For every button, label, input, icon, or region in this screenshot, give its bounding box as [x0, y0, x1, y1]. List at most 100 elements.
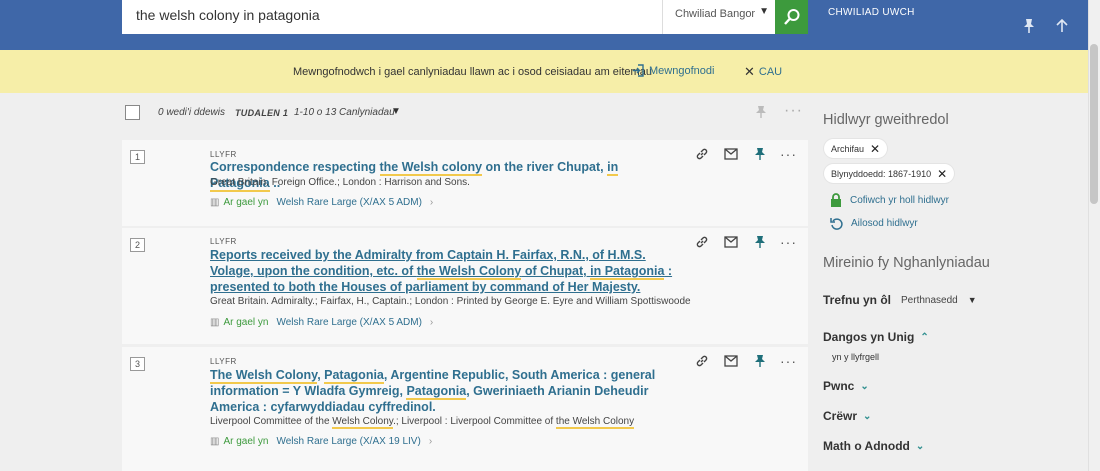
chevron-down-icon: ▼ [759, 6, 769, 17]
arrow-up-icon[interactable] [1055, 18, 1069, 38]
chevron-down-icon: ⌄ [863, 410, 872, 422]
chevron-down-icon[interactable]: ▼ [391, 106, 401, 117]
email-icon[interactable] [723, 146, 738, 161]
facet-creator[interactable]: Crëwr ⌄ [823, 409, 871, 423]
result-number: 3 [130, 357, 145, 371]
facet-option[interactable]: yn y llyfrgell [832, 352, 879, 362]
advanced-search-link[interactable]: CHWILIAD UWCH [828, 7, 915, 18]
availability-link[interactable]: ▥ Ar gael yn Welsh Rare Large (X/AX 19 L… [210, 436, 432, 447]
link-icon[interactable] [694, 146, 709, 161]
result-title[interactable]: The Welsh Colony, Patagonia, Argentine R… [210, 367, 680, 415]
availability-link[interactable]: ▥ Ar gael yn Welsh Rare Large (X/AX 5 AD… [210, 317, 433, 328]
facet-show-only[interactable]: Dangos yn Unig ⌃ [823, 330, 929, 344]
facet-label: Crëwr [823, 409, 858, 423]
chevron-down-icon: ▼ [967, 295, 977, 305]
search-icon [783, 9, 799, 25]
chevron-right-icon: › [428, 436, 433, 447]
facet-label: Pwnc [823, 379, 855, 393]
chevron-down-icon: ⌄ [860, 380, 869, 392]
reset-filters-link[interactable]: Ailosod hidlwyr [830, 217, 918, 230]
result-actions: ··· [694, 234, 796, 249]
chevron-down-icon: ⌄ [915, 440, 925, 452]
search-button[interactable] [775, 0, 808, 34]
more-options-icon[interactable]: ··· [784, 102, 803, 120]
result-number: 2 [130, 238, 145, 252]
filter-chip-label: Archifau [831, 143, 865, 154]
lock-icon [831, 193, 841, 207]
availability-status: Ar gael yn [223, 197, 269, 208]
remove-filter-icon[interactable]: ✕ [937, 167, 947, 181]
result-actions: ··· [694, 353, 796, 368]
pin-icon[interactable] [752, 234, 767, 249]
email-icon[interactable] [723, 234, 738, 249]
login-banner: Mewngofnodwch i gael canlyniadau llawn a… [0, 50, 1088, 93]
availability-link[interactable]: ▥ Ar gael yn Welsh Rare Large (X/AX 5 AD… [210, 197, 433, 208]
filter-chip-label: Blynyddoedd: 1867-1910 [831, 168, 932, 179]
reset-filters-label: Ailosod hidlwyr [851, 218, 918, 229]
page-label: TUDALEN 1 [235, 108, 289, 118]
title-highlight: in Patagonia [590, 264, 665, 280]
close-label: CAU [758, 66, 783, 78]
result-number: 1 [130, 150, 145, 164]
title-highlight: the Welsh colony [379, 160, 483, 176]
scrollbar-thumb[interactable] [1090, 44, 1098, 204]
title-text: on the river Chupat, [482, 160, 608, 174]
refine-title: Mireinio fy Nghanlyniadau [823, 255, 990, 271]
resource-type: LLYFR [210, 357, 237, 366]
login-link[interactable]: Mewngofnodi [632, 64, 714, 77]
results-toolbar: 0 wedi'i ddewis TUDALEN 1 1-10 o 13 Canl… [0, 93, 810, 138]
availability-status: Ar gael yn [223, 317, 269, 328]
pin-icon[interactable] [755, 105, 767, 124]
book-icon: ▥ [210, 436, 220, 447]
result-actions: ··· [694, 146, 796, 161]
facet-resource-type[interactable]: Math o Adnodd ⌄ [823, 439, 924, 453]
link-icon[interactable] [694, 353, 709, 368]
sort-by-select[interactable]: Trefnu yn ôl Perthnasedd ▼ [823, 293, 977, 307]
search-box: ✕ [122, 0, 777, 34]
author-highlight: the Welsh Colony [555, 416, 635, 429]
pin-icon[interactable] [752, 146, 767, 161]
filter-chip: Blynyddoedd: 1867-1910 ✕ [824, 164, 955, 183]
search-scope-select[interactable]: Chwiliad Bangor ▼ [662, 0, 775, 34]
remove-filter-icon[interactable]: ✕ [870, 142, 880, 156]
title-highlight: the Welsh Colony [416, 264, 522, 280]
more-options-icon[interactable]: ··· [780, 146, 796, 161]
resource-type: LLYFR [210, 237, 237, 246]
availability-status: Ar gael yn [223, 436, 269, 447]
author-text: .; Liverpool : Liverpool Committee of [393, 416, 556, 427]
book-icon: ▥ [210, 317, 220, 328]
email-icon[interactable] [723, 353, 738, 368]
author-highlight: Welsh Colony [332, 416, 394, 429]
select-all-checkbox[interactable] [125, 105, 140, 120]
facet-subject[interactable]: Pwnc ⌄ [823, 379, 869, 393]
facet-label: Dangos yn Unig [823, 330, 915, 344]
remember-filters-link[interactable]: Cofiwch yr holl hidlwyr [830, 193, 949, 207]
search-input[interactable] [136, 0, 616, 30]
result-card: 1 LLYFR Correspondence respecting the We… [122, 140, 808, 226]
link-icon[interactable] [694, 234, 709, 249]
search-scope-label: Chwiliad Bangor [675, 8, 756, 20]
result-author: Liverpool Committee of the Welsh Colony.… [210, 416, 635, 429]
resource-type: LLYFR [210, 150, 237, 159]
facet-label: Math o Adnodd [823, 439, 910, 453]
pin-icon[interactable] [752, 353, 767, 368]
title-highlight: Patagonia [406, 384, 467, 400]
remember-filters-label: Cofiwch yr holl hidlwyr [850, 194, 949, 206]
availability-location: Welsh Rare Large (X/AX 5 ADM) [276, 317, 422, 328]
sign-in-icon [633, 64, 644, 77]
results-range[interactable]: 1-10 o 13 Canlyniadau [294, 107, 395, 118]
chevron-right-icon: › [429, 317, 434, 328]
title-highlight: The Welsh Colony [210, 368, 318, 384]
reset-icon [830, 218, 843, 230]
more-options-icon[interactable]: ··· [780, 234, 796, 249]
availability-location: Welsh Rare Large (X/AX 19 LIV) [276, 436, 421, 447]
pin-icon[interactable] [1022, 18, 1036, 39]
facets-sidebar: Hidlwyr gweithredol Archifau ✕ Blynyddoe… [808, 93, 1088, 471]
login-label: Mewngofnodi [649, 64, 715, 77]
result-title[interactable]: Reports received by the Admiralty from C… [210, 247, 680, 295]
close-banner-button[interactable]: ✕ CAU [744, 64, 782, 80]
title-text: of Chupat, [521, 264, 591, 278]
more-options-icon[interactable]: ··· [780, 353, 796, 368]
banner-message: Mewngofnodwch i gael canlyniadau llawn a… [293, 66, 652, 78]
availability-location: Welsh Rare Large (X/AX 5 ADM) [276, 197, 422, 208]
